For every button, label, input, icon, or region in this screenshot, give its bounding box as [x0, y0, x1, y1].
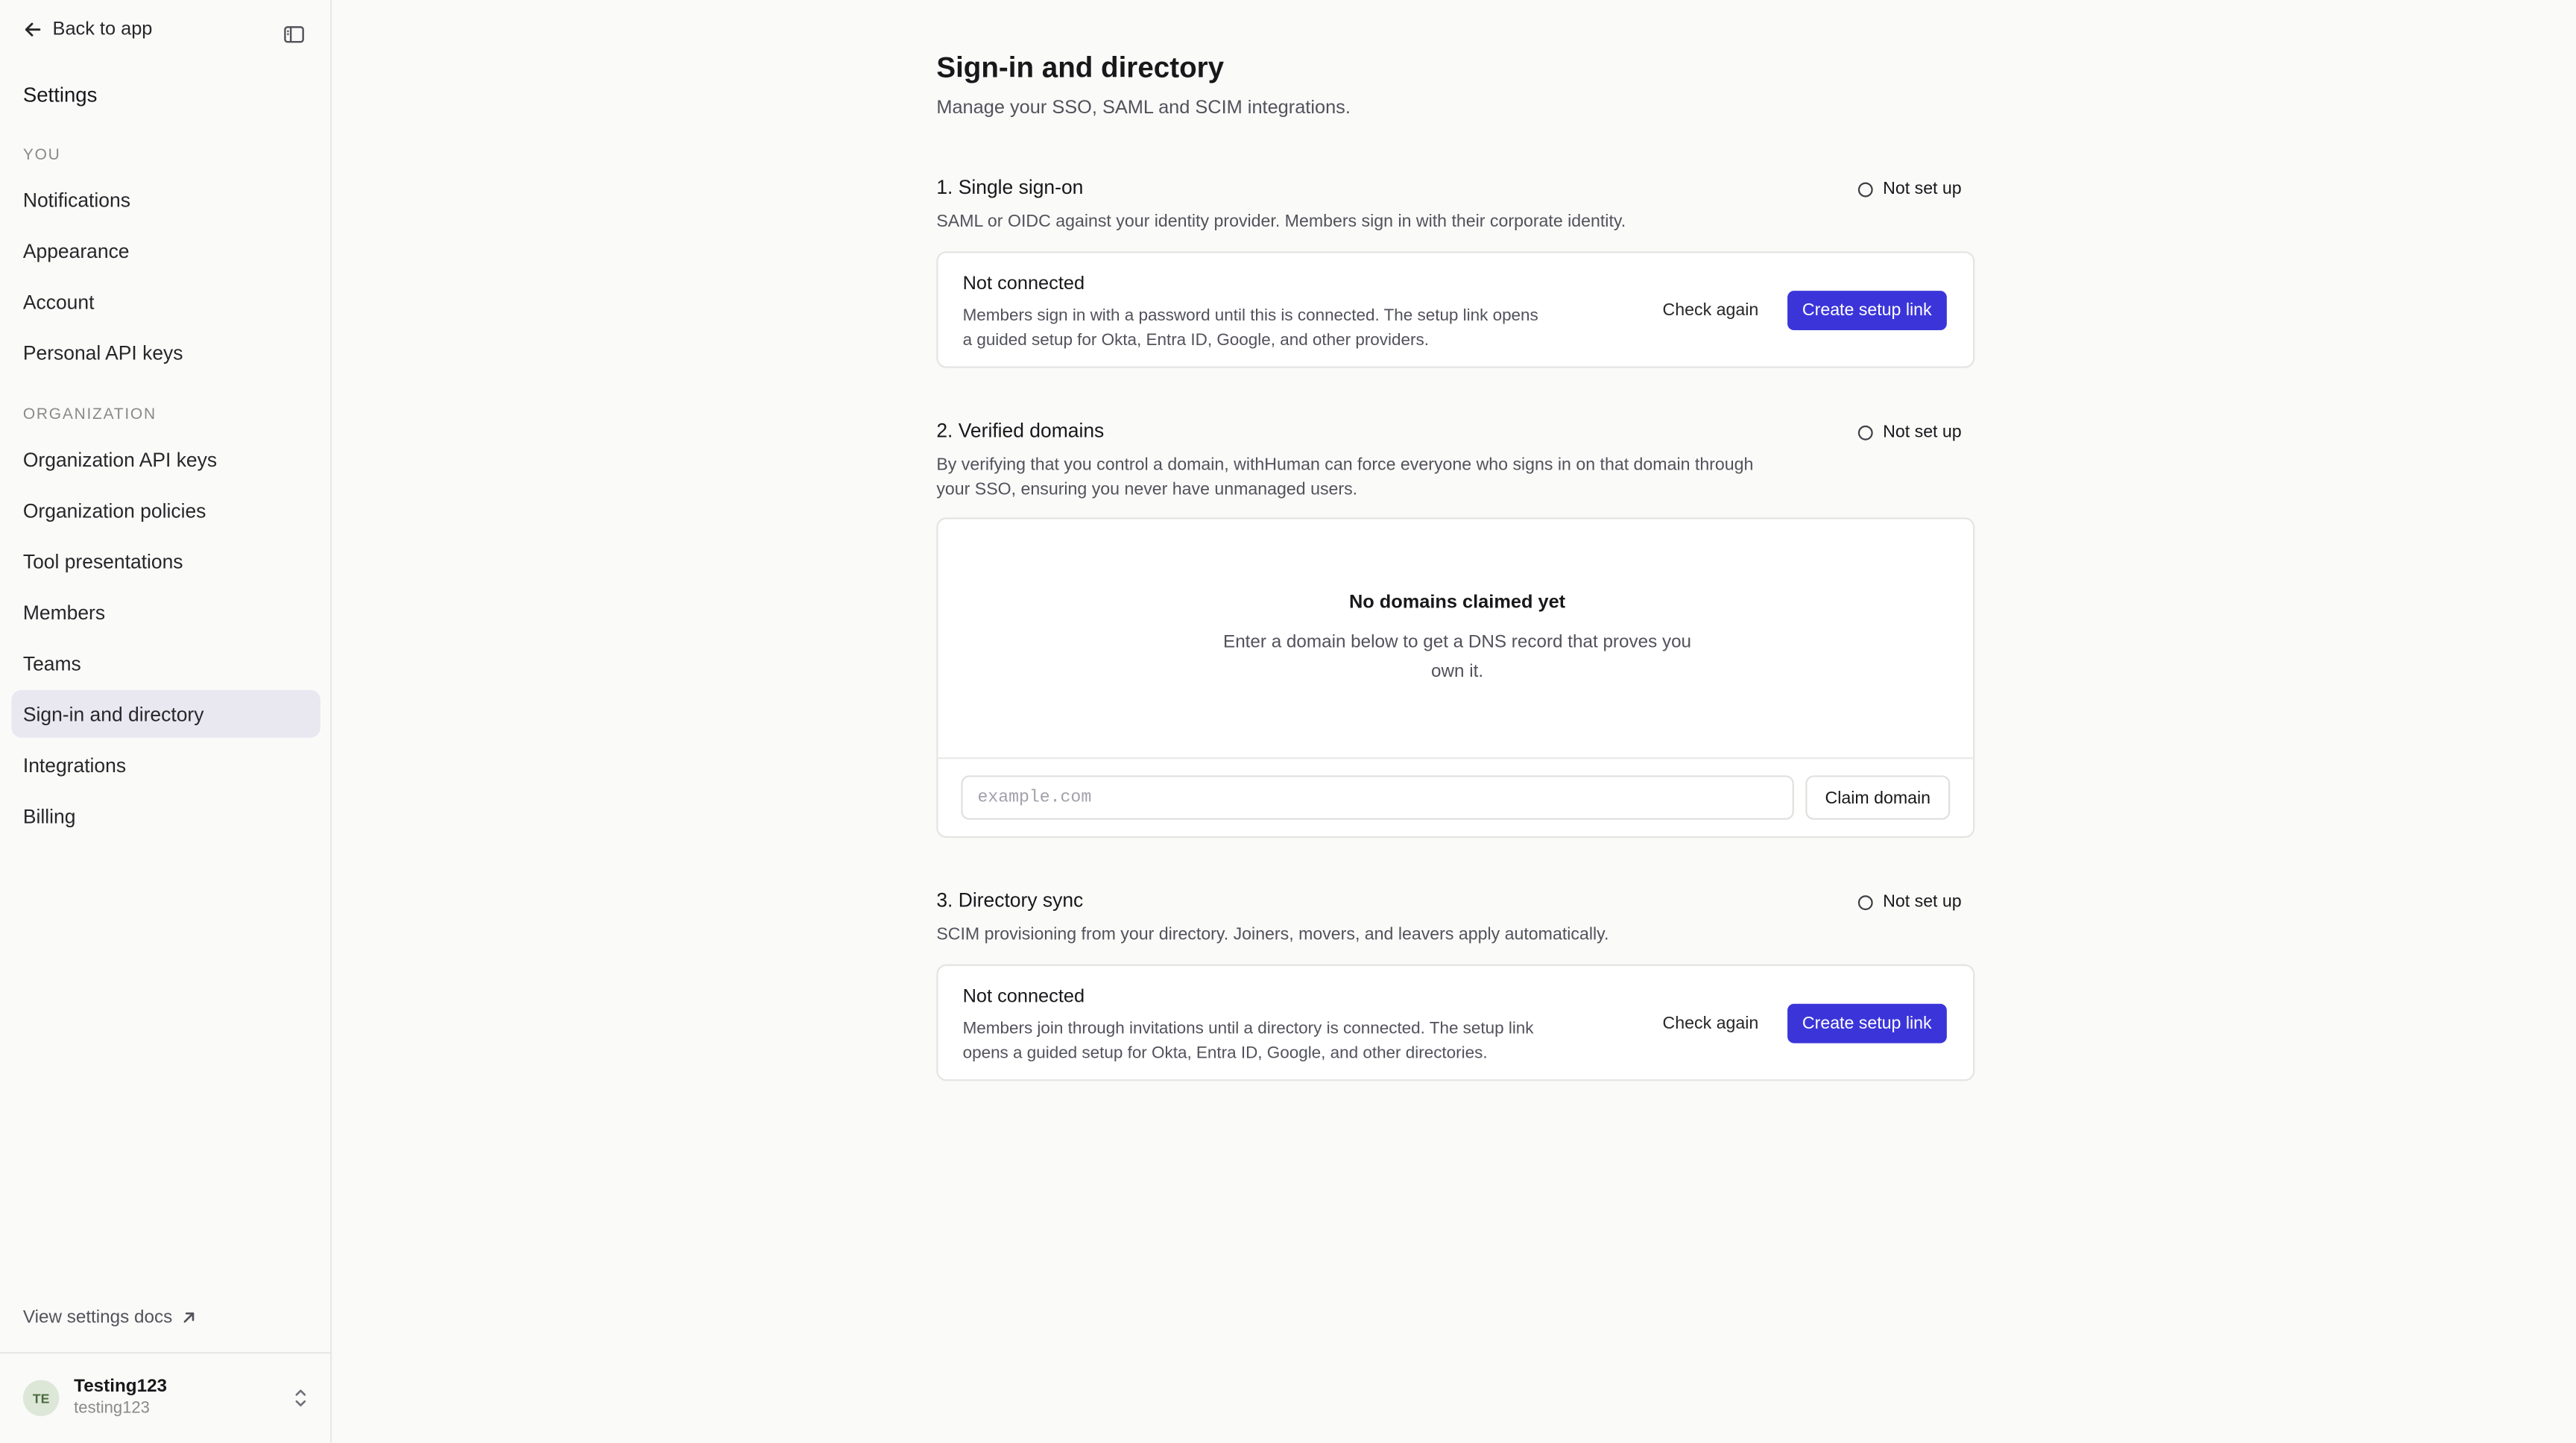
directory-connection-card: Not connected Members join through invit… [936, 964, 1975, 1082]
sso-connection-card: Not connected Members sign in with a pas… [936, 251, 1975, 368]
sso-status-badge: Not set up [1858, 179, 1962, 199]
user-name: Testing123 [74, 1377, 168, 1398]
domain-input[interactable] [961, 775, 1794, 820]
user-handle: testing123 [74, 1398, 150, 1418]
sidebar-item-label: Members [22, 600, 106, 624]
circle-outline-icon [1858, 424, 1873, 440]
sso-section-description: SAML or OIDC against your identity provi… [936, 212, 1626, 232]
domains-empty-description: Enter a domain below to get a DNS record… [1223, 632, 1692, 682]
sidebar-item-notifications[interactable]: Notifications [11, 176, 320, 224]
domains-section-title: 2. Verified domains [936, 419, 1105, 442]
sidebar-item-integrations[interactable]: Integrations [11, 741, 320, 789]
avatar: TE [22, 1380, 60, 1416]
group-label-you: YOU [22, 146, 61, 165]
docs-link-label: View settings docs [22, 1307, 173, 1327]
back-to-app-link[interactable]: Back to app [23, 19, 153, 40]
sidebar-item-label: Account [22, 290, 95, 313]
directory-section-title: 3. Directory sync [936, 888, 1084, 912]
sidebar-item-teams[interactable]: Teams [11, 639, 320, 686]
directory-status-badge: Not set up [1858, 892, 1962, 912]
sidebar-item-members[interactable]: Members [11, 588, 320, 636]
domains-section-description: By verifying that you control a domain, … [936, 455, 1754, 500]
sso-card-description: Members sign in with a password until th… [962, 307, 1538, 350]
sidebar-item-label: Tool presentations [22, 549, 183, 573]
sso-card-title: Not connected [962, 274, 1085, 294]
user-text: Testing123 testing123 [74, 1377, 167, 1419]
sidebar-toggle-icon[interactable] [282, 23, 306, 46]
sidebar-item-label: Teams [22, 651, 81, 675]
view-settings-docs-link[interactable]: View settings docs [23, 1307, 197, 1327]
sidebar-item-account[interactable]: Account [11, 277, 320, 325]
arrow-left-icon [25, 22, 41, 37]
sidebar-item-organization-api-keys[interactable]: Organization API keys [11, 435, 320, 483]
sidebar-item-label: Billing [22, 803, 76, 827]
directory-card-title: Not connected [962, 987, 1085, 1008]
directory-section-description: SCIM provisioning from your directory. J… [936, 924, 1609, 945]
domains-empty-title: No domains claimed yet [1348, 593, 1566, 613]
sidebar-item-label: Sign-in and directory [22, 702, 204, 726]
user-divider [0, 1351, 331, 1354]
directory-card-description: Members join through invitations until a… [962, 1020, 1534, 1064]
directory-section-header: 3. Directory sync SCIM provisioning from… [936, 888, 1974, 947]
sso-check-again-button[interactable]: Check again [1650, 292, 1772, 328]
sso-create-setup-link-button[interactable]: Create setup link [1787, 291, 1947, 331]
sidebar-item-label: Notifications [22, 188, 130, 212]
settings-sidebar: Back to app Settings YOU Notifications A… [0, 0, 332, 1443]
sidebar-item-personal-api-keys[interactable]: Personal API keys [11, 329, 320, 376]
sso-section-header: 1. Single sign-on SAML or OIDC against y… [936, 176, 1974, 235]
sidebar-item-tool-presentations[interactable]: Tool presentations [11, 537, 320, 585]
chevron-up-down-icon [295, 1389, 306, 1406]
sidebar-item-label: Integrations [22, 753, 127, 777]
domains-status-label: Not set up [1883, 422, 1962, 442]
directory-check-again-button[interactable]: Check again [1650, 1005, 1772, 1041]
domains-card: No domains claimed yet Enter a domain be… [936, 517, 1975, 839]
domains-section-header: 2. Verified domains By verifying that yo… [936, 419, 1974, 502]
page-title: Sign-in and directory [936, 51, 1225, 84]
group-label-organization: ORGANIZATION [22, 405, 157, 424]
back-to-app-label: Back to app [52, 19, 153, 40]
sidebar-item-label: Organization API keys [22, 447, 218, 471]
circle-outline-icon [1858, 181, 1873, 197]
arrow-up-right-icon [183, 1312, 195, 1323]
directory-status-label: Not set up [1883, 891, 1962, 912]
sidebar-title: Settings [22, 83, 98, 107]
domains-status-badge: Not set up [1858, 422, 1962, 442]
user-menu[interactable]: TE Testing123 testing123 [22, 1374, 312, 1423]
sso-section-title: 1. Single sign-on [936, 175, 1084, 199]
sso-status-label: Not set up [1883, 179, 1962, 199]
directory-create-setup-link-button[interactable]: Create setup link [1787, 1003, 1947, 1043]
claim-domain-button[interactable]: Claim domain [1805, 775, 1951, 820]
sidebar-item-label: Personal API keys [22, 341, 183, 364]
circle-outline-icon [1858, 894, 1873, 909]
sidebar-item-label: Organization policies [22, 498, 206, 522]
domains-card-divider [938, 757, 1974, 760]
sidebar-item-appearance[interactable]: Appearance [11, 227, 320, 274]
sidebar-item-sign-in-and-directory[interactable]: Sign-in and directory [11, 689, 321, 738]
page-subtitle: Manage your SSO, SAML and SCIM integrati… [936, 98, 1351, 119]
sidebar-item-billing[interactable]: Billing [11, 792, 320, 839]
sidebar-item-label: Appearance [22, 239, 130, 262]
app-root: Back to app Settings YOU Notifications A… [0, 0, 2576, 1443]
sidebar-item-organization-policies[interactable]: Organization policies [11, 486, 320, 534]
